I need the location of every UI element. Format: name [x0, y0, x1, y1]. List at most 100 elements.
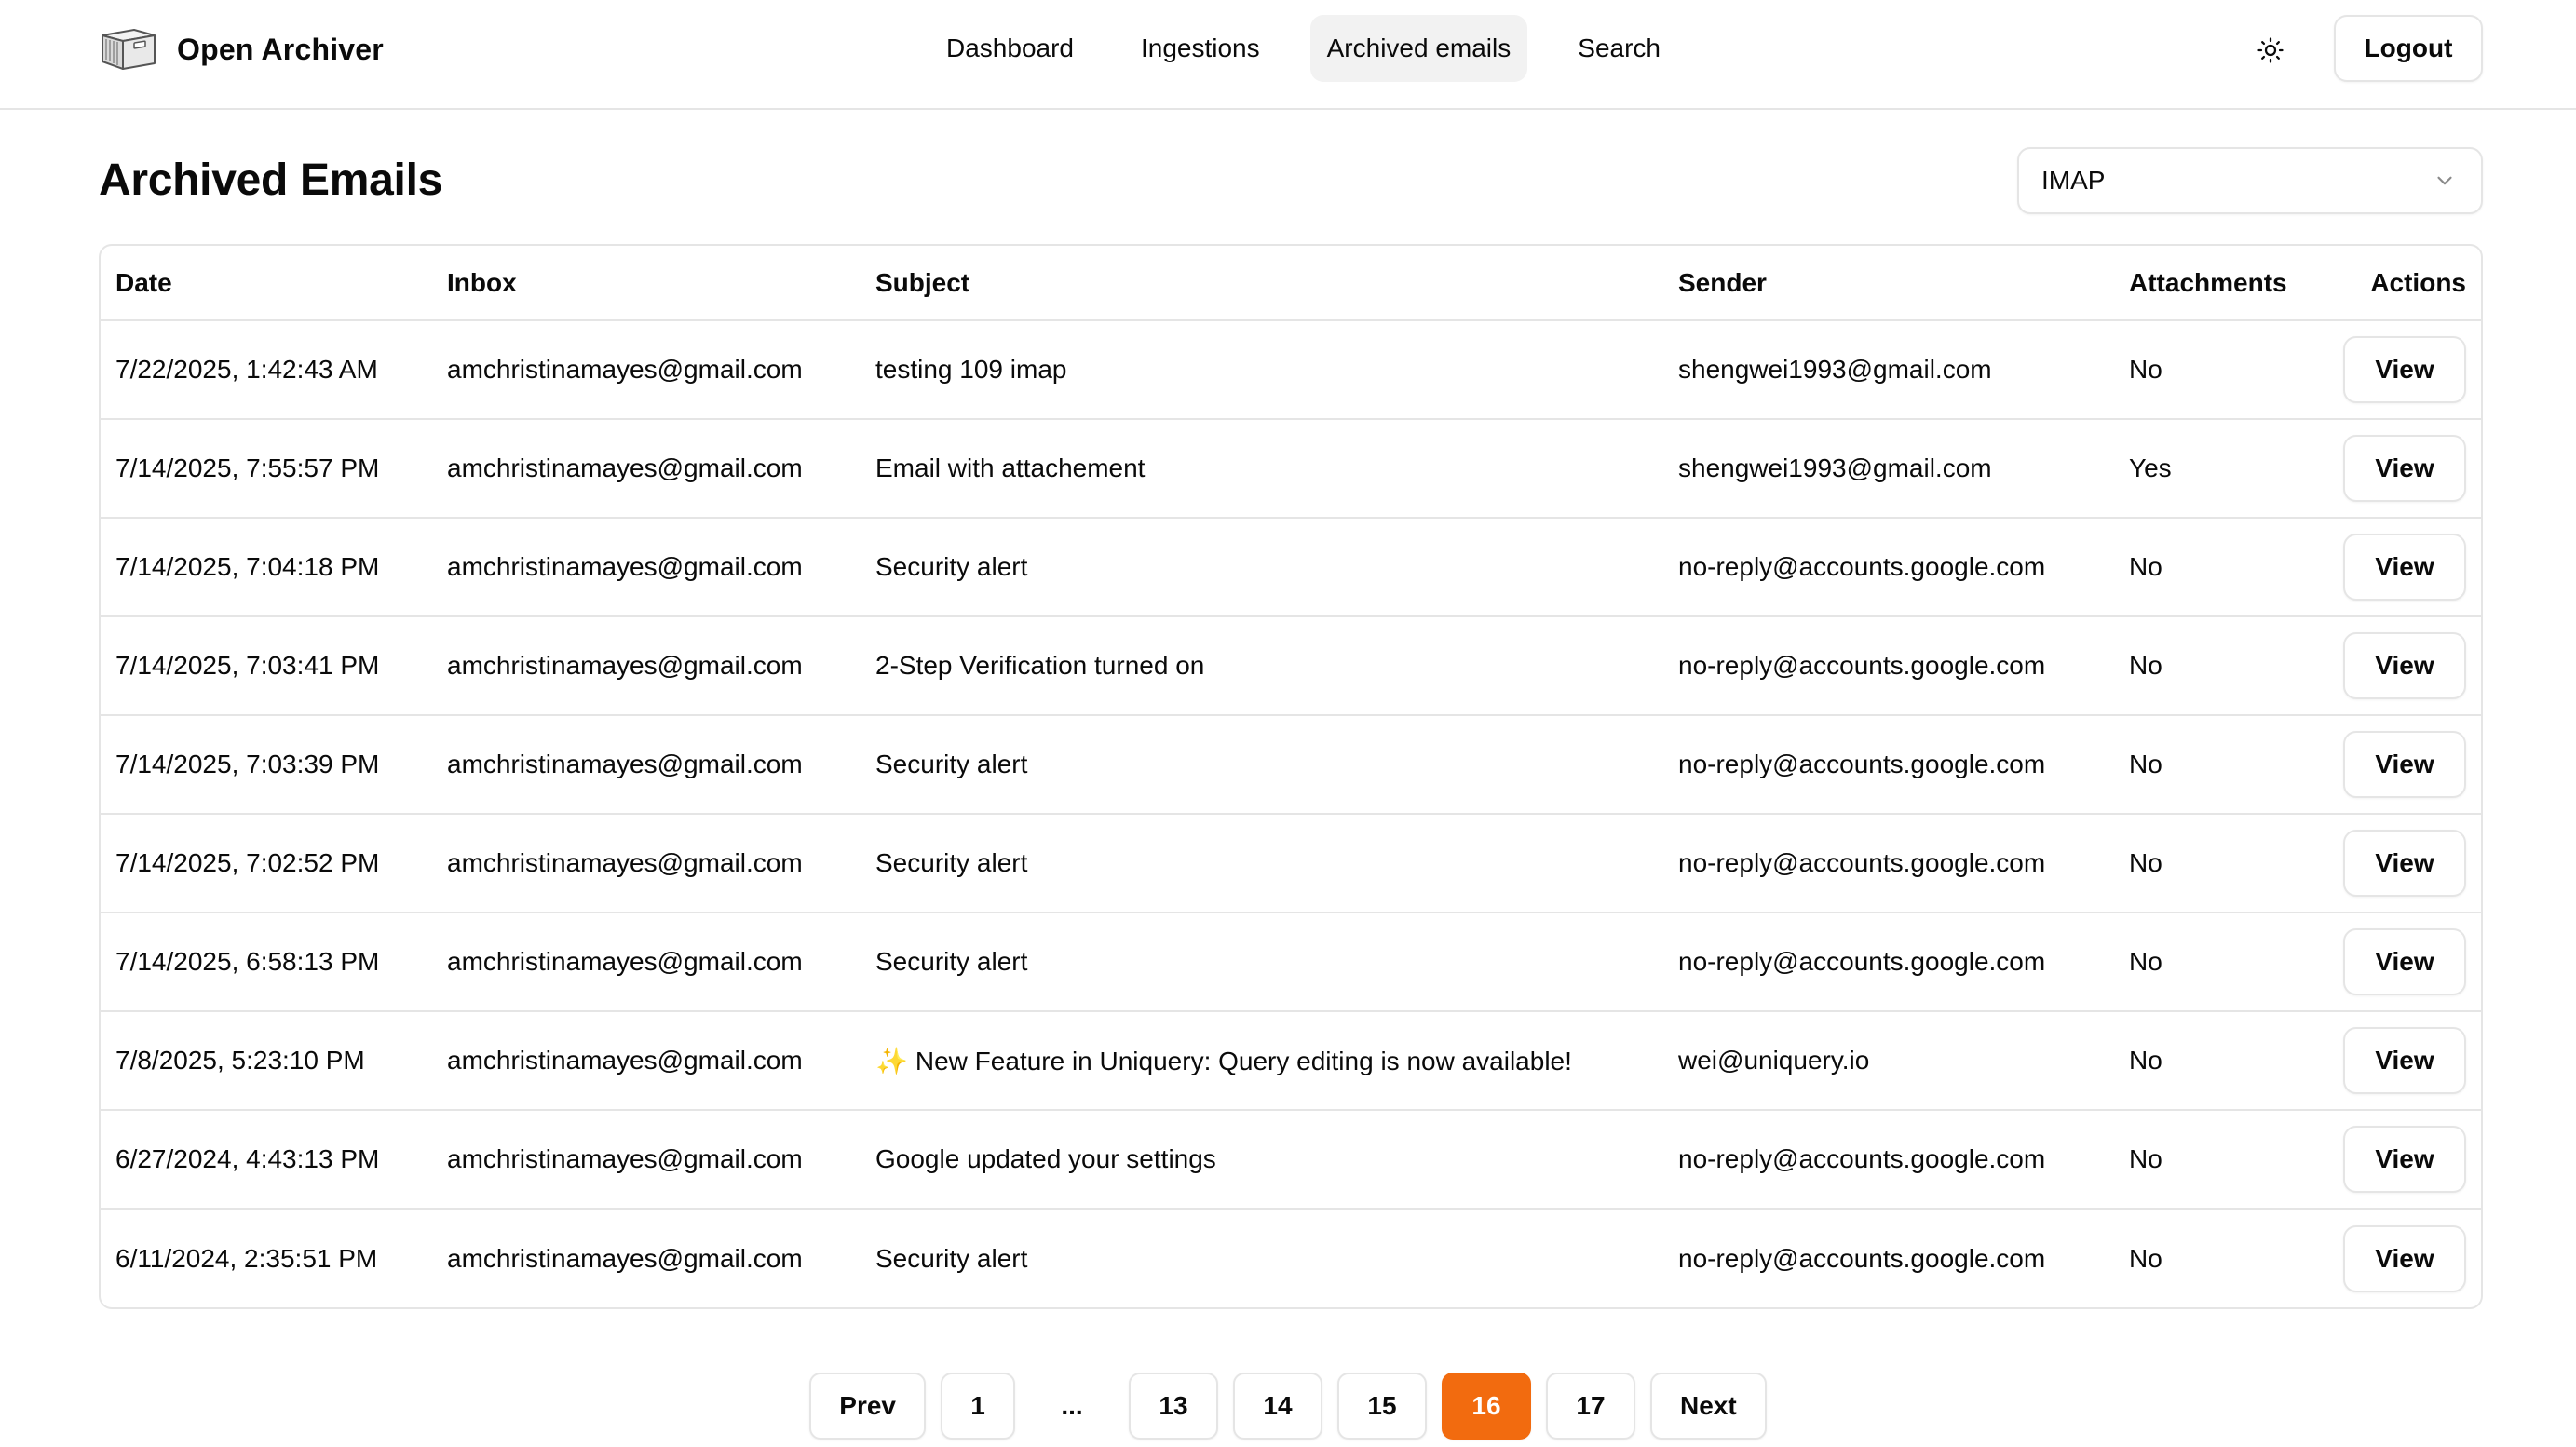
nav-search[interactable]: Search: [1561, 15, 1677, 82]
cell-attachments: No: [2114, 1110, 2319, 1210]
cell-actions: View: [2319, 1110, 2481, 1210]
nav-archived-emails[interactable]: Archived emails: [1309, 15, 1528, 82]
table-row[interactable]: 7/8/2025, 5:23:10 PM amchristinamayes@gm…: [101, 1011, 2481, 1111]
cell-date: 7/14/2025, 7:04:18 PM: [101, 518, 432, 617]
table-row[interactable]: 7/14/2025, 6:58:13 PM amchristinamayes@g…: [101, 913, 2481, 1012]
cell-sender: no-reply@accounts.google.com: [1663, 1110, 2114, 1210]
column-header-date: Date: [101, 246, 432, 321]
page-button-15[interactable]: 15: [1337, 1373, 1427, 1440]
view-button[interactable]: View: [2343, 1027, 2466, 1094]
cell-actions: View: [2319, 913, 2481, 1012]
table-row[interactable]: 7/22/2025, 1:42:43 AM amchristinamayes@g…: [101, 320, 2481, 420]
table-row[interactable]: 7/14/2025, 7:55:57 PM amchristinamayes@g…: [101, 419, 2481, 519]
view-button[interactable]: View: [2343, 632, 2466, 699]
cell-inbox: amchristinamayes@gmail.com: [432, 715, 861, 815]
page-button-1[interactable]: 1: [941, 1373, 1015, 1440]
page-button-17[interactable]: 17: [1546, 1373, 1635, 1440]
cell-inbox: amchristinamayes@gmail.com: [432, 913, 861, 1012]
prev-page-button[interactable]: Prev: [809, 1373, 926, 1440]
column-header-inbox: Inbox: [432, 246, 861, 321]
cell-subject: testing 109 imap: [861, 320, 1663, 420]
logout-button[interactable]: Logout: [2334, 15, 2483, 82]
chevron-down-icon: [2437, 176, 2452, 185]
cell-date: 7/14/2025, 7:03:41 PM: [101, 616, 432, 716]
view-button[interactable]: View: [2343, 928, 2466, 995]
cell-actions: View: [2319, 1209, 2481, 1307]
nav-ingestions[interactable]: Ingestions: [1124, 15, 1277, 82]
column-header-subject: Subject: [861, 246, 1663, 321]
view-button[interactable]: View: [2343, 830, 2466, 897]
cell-sender: no-reply@accounts.google.com: [1663, 715, 2114, 815]
cell-date: 7/8/2025, 5:23:10 PM: [101, 1011, 432, 1111]
cell-subject: ✨ New Feature in Uniquery: Query editing …: [861, 1011, 1663, 1111]
cell-subject: Security alert: [875, 1243, 1028, 1273]
cell-attachments: Yes: [2114, 419, 2319, 519]
table-row[interactable]: 7/14/2025, 7:03:41 PM amchristinamayes@g…: [101, 616, 2481, 716]
source-select-value: IMAP: [2041, 166, 2106, 195]
cell-sender: wei@uniquery.io: [1663, 1011, 2114, 1111]
cell-sender: no-reply@accounts.google.com: [1663, 518, 2114, 617]
main-nav: Dashboard Ingestions Archived emails Sea…: [929, 15, 1711, 82]
view-button[interactable]: View: [2343, 534, 2466, 601]
archive-box-icon: [102, 29, 156, 70]
cell-sender: no-reply@accounts.google.com: [1678, 1243, 2046, 1273]
cell-attachments: No: [2114, 616, 2319, 716]
cell-attachments: No: [2114, 320, 2319, 420]
cell-date: 7/14/2025, 7:03:39 PM: [101, 715, 432, 815]
cell-attachments: No: [2114, 913, 2319, 1012]
cell-attachments: No: [2114, 518, 2319, 617]
cell-actions: View: [2319, 616, 2481, 716]
table-row[interactable]: 7/14/2025, 7:02:52 PM amchristinamayes@g…: [101, 814, 2481, 913]
table-header-row: Date Inbox Subject Sender Attachments Ac…: [101, 246, 2481, 321]
cell-inbox: amchristinamayes@gmail.com: [432, 1011, 861, 1111]
cell-date: 6/27/2024, 4:43:13 PM: [101, 1110, 432, 1210]
cell-date: 7/14/2025, 7:55:57 PM: [101, 419, 432, 519]
view-button[interactable]: View: [2343, 1126, 2466, 1193]
cell-subject: Security alert: [861, 913, 1663, 1012]
view-button[interactable]: View: [2343, 1224, 2466, 1292]
cell-sender: no-reply@accounts.google.com: [1663, 913, 2114, 1012]
app-name: Open Archiver: [177, 32, 384, 66]
emails-table-container: Date Inbox Subject Sender Attachments Ac…: [99, 244, 2483, 1309]
cell-inbox: amchristinamayes@gmail.com: [447, 1243, 803, 1273]
table-row[interactable]: 7/14/2025, 7:04:18 PM amchristinamayes@g…: [101, 518, 2481, 617]
page-button-16-current[interactable]: 16: [1442, 1373, 1531, 1440]
cell-subject: Security alert: [861, 715, 1663, 815]
view-button[interactable]: View: [2343, 731, 2466, 798]
cell-sender: shengwei1993@gmail.com: [1663, 320, 2114, 420]
table-row[interactable]: 6/11/2024, 2:35:51 PM amchristinamayes@g…: [101, 1209, 2481, 1307]
next-page-button[interactable]: Next: [1650, 1373, 1767, 1440]
cell-actions: View: [2319, 320, 2481, 420]
cell-inbox: amchristinamayes@gmail.com: [432, 518, 861, 617]
column-header-attachments: Attachments: [2114, 246, 2319, 321]
cell-subject: Email with attachement: [861, 419, 1663, 519]
cell-attachments: No: [2114, 814, 2319, 913]
page-button-13[interactable]: 13: [1129, 1373, 1218, 1440]
cell-subject: Security alert: [861, 814, 1663, 913]
cell-date: 7/22/2025, 1:42:43 AM: [101, 320, 432, 420]
cell-actions: View: [2319, 715, 2481, 815]
cell-attachments: No: [2114, 1011, 2319, 1111]
page-button-14[interactable]: 14: [1233, 1373, 1322, 1440]
table-row[interactable]: 7/14/2025, 7:03:39 PM amchristinamayes@g…: [101, 715, 2481, 815]
cell-attachments: No: [2129, 1243, 2162, 1273]
cell-inbox: amchristinamayes@gmail.com: [432, 320, 861, 420]
cell-inbox: amchristinamayes@gmail.com: [432, 419, 861, 519]
cell-actions: View: [2319, 1011, 2481, 1111]
view-button[interactable]: View: [2343, 435, 2466, 502]
cell-attachments: No: [2114, 715, 2319, 815]
cell-date: 6/11/2024, 2:35:51 PM: [115, 1243, 378, 1273]
table-row[interactable]: 6/27/2024, 4:43:13 PM amchristinamayes@g…: [101, 1110, 2481, 1210]
brand[interactable]: Open Archiver: [99, 26, 384, 73]
cell-subject: Google updated your settings: [861, 1110, 1663, 1210]
view-button[interactable]: View: [2343, 336, 2466, 403]
column-header-actions: Actions: [2319, 246, 2481, 321]
source-select[interactable]: IMAP: [2017, 147, 2483, 214]
column-header-sender: Sender: [1663, 246, 2114, 321]
nav-dashboard[interactable]: Dashboard: [929, 15, 1091, 82]
theme-toggle-button[interactable]: [2246, 26, 2295, 74]
cell-inbox: amchristinamayes@gmail.com: [432, 814, 861, 913]
cell-subject-text: New Feature in Uniquery: Query editing i…: [915, 1046, 1572, 1075]
cell-sender: no-reply@accounts.google.com: [1663, 814, 2114, 913]
cell-subject: 2-Step Verification turned on: [861, 616, 1663, 716]
